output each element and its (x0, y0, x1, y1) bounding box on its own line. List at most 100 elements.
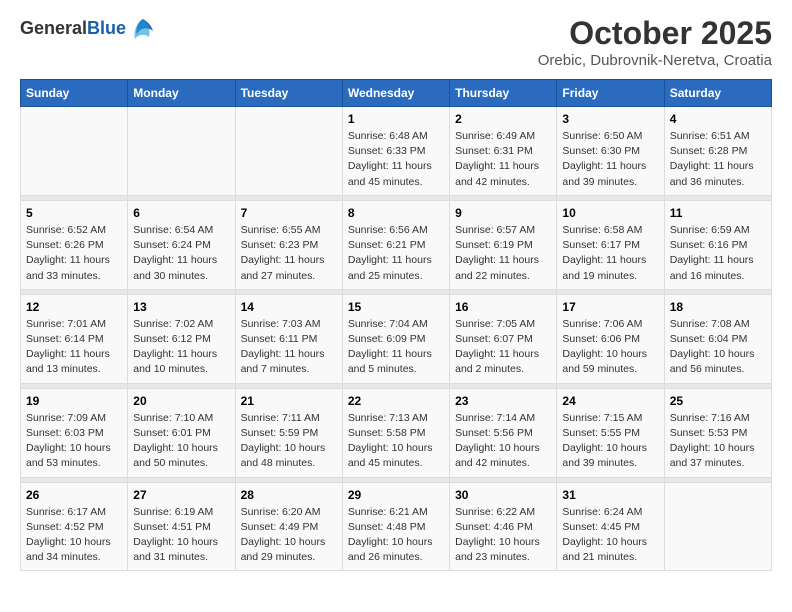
week-row-2: 5 Sunrise: 6:52 AMSunset: 6:26 PMDaylight… (21, 200, 772, 289)
day-detail: Sunrise: 6:48 AMSunset: 6:33 PMDaylight:… (348, 129, 444, 190)
day-cell-w3-d7: 18 Sunrise: 7:08 AMSunset: 6:04 PMDayligh… (664, 294, 771, 383)
day-number: 23 (455, 394, 551, 408)
day-cell-w1-d1 (21, 107, 128, 196)
day-cell-w5-d1: 26Sunrise: 6:17 AMSunset: 4:52 PMDayligh… (21, 482, 128, 571)
day-number: 17 (562, 300, 658, 314)
day-number: 13 (133, 300, 229, 314)
day-cell-w4-d3: 21Sunrise: 7:11 AMSunset: 5:59 PMDayligh… (235, 388, 342, 477)
day-cell-w5-d4: 29Sunrise: 6:21 AMSunset: 4:48 PMDayligh… (342, 482, 449, 571)
calendar-header: Sunday Monday Tuesday Wednesday Thursday… (21, 80, 772, 107)
day-detail: Sunrise: 7:14 AMSunset: 5:56 PMDaylight:… (455, 411, 551, 472)
header-monday: Monday (128, 80, 235, 107)
day-detail: Sunrise: 7:04 AMSunset: 6:09 PMDaylight:… (348, 317, 444, 378)
day-cell-w5-d6: 31Sunrise: 6:24 AMSunset: 4:45 PMDayligh… (557, 482, 664, 571)
day-number: 25 (670, 394, 766, 408)
day-cell-w3-d6: 17 Sunrise: 7:06 AMSunset: 6:06 PMDayligh… (557, 294, 664, 383)
day-detail: Sunrise: 7:06 AMSunset: 6:06 PMDaylight:… (562, 317, 658, 378)
day-number: 21 (241, 394, 337, 408)
page-title: October 2025 (538, 15, 772, 52)
day-cell-w5-d3: 28Sunrise: 6:20 AMSunset: 4:49 PMDayligh… (235, 482, 342, 571)
day-detail: Sunrise: 6:59 AMSunset: 6:16 PMDaylight:… (670, 223, 766, 284)
day-number: 7 (241, 206, 337, 220)
day-number: 5 (26, 206, 122, 220)
day-cell-w2-d6: 10Sunrise: 6:58 AMSunset: 6:17 PMDayligh… (557, 200, 664, 289)
day-cell-w3-d2: 13 Sunrise: 7:02 AMSunset: 6:12 PMDayligh… (128, 294, 235, 383)
day-cell-w2-d2: 6 Sunrise: 6:54 AMSunset: 6:24 PMDaylight… (128, 200, 235, 289)
day-cell-w3-d5: 16 Sunrise: 7:05 AMSunset: 6:07 PMDayligh… (450, 294, 557, 383)
day-cell-w2-d7: 11 Sunrise: 6:59 AMSunset: 6:16 PMDayligh… (664, 200, 771, 289)
calendar-body: 1 Sunrise: 6:48 AMSunset: 6:33 PMDaylight… (21, 107, 772, 571)
day-detail: Sunrise: 6:56 AMSunset: 6:21 PMDaylight:… (348, 223, 444, 284)
day-detail: Sunrise: 6:52 AMSunset: 6:26 PMDaylight:… (26, 223, 122, 284)
page-header: GeneralBlue October 2025 Orebic, Dubrovn… (20, 15, 772, 69)
day-cell-w3-d4: 15 Sunrise: 7:04 AMSunset: 6:09 PMDayligh… (342, 294, 449, 383)
day-number: 20 (133, 394, 229, 408)
day-number: 31 (562, 488, 658, 502)
title-block: October 2025 Orebic, Dubrovnik-Neretva, … (538, 15, 772, 69)
day-detail: Sunrise: 7:13 AMSunset: 5:58 PMDaylight:… (348, 411, 444, 472)
header-wednesday: Wednesday (342, 80, 449, 107)
day-cell-w4-d6: 24 Sunrise: 7:15 AMSunset: 5:55 PMDayligh… (557, 388, 664, 477)
day-cell-w3-d3: 14 Sunrise: 7:03 AMSunset: 6:11 PMDayligh… (235, 294, 342, 383)
header-tuesday: Tuesday (235, 80, 342, 107)
day-cell-w2-d3: 7 Sunrise: 6:55 AMSunset: 6:23 PMDaylight… (235, 200, 342, 289)
calendar-table: Sunday Monday Tuesday Wednesday Thursday… (20, 79, 772, 571)
day-cell-w3-d1: 12Sunrise: 7:01 AMSunset: 6:14 PMDayligh… (21, 294, 128, 383)
day-cell-w1-d6: 3Sunrise: 6:50 AMSunset: 6:30 PMDaylight… (557, 107, 664, 196)
day-detail: Sunrise: 7:09 AMSunset: 6:03 PMDaylight:… (26, 411, 122, 472)
day-number: 18 (670, 300, 766, 314)
header-saturday: Saturday (664, 80, 771, 107)
day-detail: Sunrise: 6:57 AMSunset: 6:19 PMDaylight:… (455, 223, 551, 284)
day-number: 27 (133, 488, 229, 502)
day-number: 14 (241, 300, 337, 314)
day-number: 24 (562, 394, 658, 408)
day-number: 2 (455, 112, 551, 126)
day-detail: Sunrise: 6:54 AMSunset: 6:24 PMDaylight:… (133, 223, 229, 284)
day-detail: Sunrise: 7:16 AMSunset: 5:53 PMDaylight:… (670, 411, 766, 472)
day-cell-w1-d5: 2 Sunrise: 6:49 AMSunset: 6:31 PMDaylight… (450, 107, 557, 196)
day-detail: Sunrise: 6:49 AMSunset: 6:31 PMDaylight:… (455, 129, 551, 190)
logo: GeneralBlue (20, 15, 157, 43)
day-number: 30 (455, 488, 551, 502)
day-cell-w2-d4: 8 Sunrise: 6:56 AMSunset: 6:21 PMDaylight… (342, 200, 449, 289)
day-detail: Sunrise: 7:02 AMSunset: 6:12 PMDaylight:… (133, 317, 229, 378)
day-detail: Sunrise: 6:51 AMSunset: 6:28 PMDaylight:… (670, 129, 766, 190)
logo-icon (129, 15, 157, 43)
page-container: GeneralBlue October 2025 Orebic, Dubrovn… (0, 0, 792, 581)
week-row-5: 26Sunrise: 6:17 AMSunset: 4:52 PMDayligh… (21, 482, 772, 571)
day-detail: Sunrise: 7:15 AMSunset: 5:55 PMDaylight:… (562, 411, 658, 472)
header-friday: Friday (557, 80, 664, 107)
day-detail: Sunrise: 6:21 AMSunset: 4:48 PMDaylight:… (348, 505, 444, 566)
day-detail: Sunrise: 6:50 AMSunset: 6:30 PMDaylight:… (562, 129, 658, 190)
day-number: 4 (670, 112, 766, 126)
day-cell-w1-d7: 4 Sunrise: 6:51 AMSunset: 6:28 PMDaylight… (664, 107, 771, 196)
day-cell-w2-d1: 5 Sunrise: 6:52 AMSunset: 6:26 PMDaylight… (21, 200, 128, 289)
day-detail: Sunrise: 6:58 AMSunset: 6:17 PMDaylight:… (562, 223, 658, 284)
day-detail: Sunrise: 7:08 AMSunset: 6:04 PMDaylight:… (670, 317, 766, 378)
day-detail: Sunrise: 6:55 AMSunset: 6:23 PMDaylight:… (241, 223, 337, 284)
day-detail: Sunrise: 7:05 AMSunset: 6:07 PMDaylight:… (455, 317, 551, 378)
day-number: 11 (670, 206, 766, 220)
header-thursday: Thursday (450, 80, 557, 107)
header-sunday: Sunday (21, 80, 128, 107)
day-cell-w5-d2: 27Sunrise: 6:19 AMSunset: 4:51 PMDayligh… (128, 482, 235, 571)
day-cell-w1-d4: 1 Sunrise: 6:48 AMSunset: 6:33 PMDaylight… (342, 107, 449, 196)
day-detail: Sunrise: 7:03 AMSunset: 6:11 PMDaylight:… (241, 317, 337, 378)
day-cell-w1-d2 (128, 107, 235, 196)
day-detail: Sunrise: 7:01 AMSunset: 6:14 PMDaylight:… (26, 317, 122, 378)
day-number: 6 (133, 206, 229, 220)
day-detail: Sunrise: 6:22 AMSunset: 4:46 PMDaylight:… (455, 505, 551, 566)
day-detail: Sunrise: 6:20 AMSunset: 4:49 PMDaylight:… (241, 505, 337, 566)
day-number: 22 (348, 394, 444, 408)
day-cell-w2-d5: 9Sunrise: 6:57 AMSunset: 6:19 PMDaylight… (450, 200, 557, 289)
week-row-1: 1 Sunrise: 6:48 AMSunset: 6:33 PMDaylight… (21, 107, 772, 196)
day-cell-w5-d5: 30 Sunrise: 6:22 AMSunset: 4:46 PMDayligh… (450, 482, 557, 571)
day-cell-w4-d4: 22 Sunrise: 7:13 AMSunset: 5:58 PMDayligh… (342, 388, 449, 477)
page-subtitle: Orebic, Dubrovnik-Neretva, Croatia (538, 52, 772, 69)
day-cell-w4-d1: 19Sunrise: 7:09 AMSunset: 6:03 PMDayligh… (21, 388, 128, 477)
day-number: 15 (348, 300, 444, 314)
day-number: 8 (348, 206, 444, 220)
day-number: 16 (455, 300, 551, 314)
day-number: 1 (348, 112, 444, 126)
day-detail: Sunrise: 6:17 AMSunset: 4:52 PMDaylight:… (26, 505, 122, 566)
